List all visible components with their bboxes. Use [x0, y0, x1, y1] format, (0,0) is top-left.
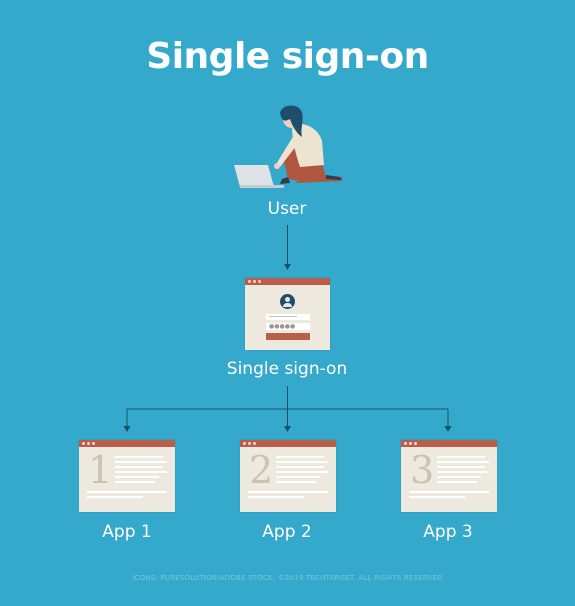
window-title-bar [401, 440, 497, 447]
app-1-label: App 1 [102, 522, 152, 542]
login-button [266, 333, 310, 340]
app-number: 1 [88, 448, 113, 492]
password-field: ●●●●● [266, 323, 310, 330]
username-field [266, 314, 310, 320]
sso-login-window: ●●●●● [245, 278, 330, 350]
window-title-bar [240, 440, 336, 447]
app-number: 2 [249, 448, 274, 492]
arrowhead-sso [284, 264, 291, 270]
arrowhead-app3 [444, 426, 452, 432]
user-avatar-icon [280, 294, 295, 309]
credits-footer: ICONS: PURESOLUTION/ADOBE STOCK; ©2019 T… [132, 574, 443, 582]
sso-label: Single sign-on [226, 359, 348, 379]
app-1-window: 1 [79, 440, 175, 512]
arrowhead-app1 [123, 426, 131, 432]
app-3-window: 3 [401, 440, 497, 512]
app-2-window: 2 [240, 440, 336, 512]
arrowhead-app2 [284, 426, 291, 432]
app-3-label: App 3 [423, 522, 473, 542]
app-number: 3 [410, 448, 435, 492]
window-title-bar [245, 278, 330, 285]
window-title-bar [79, 440, 175, 447]
app-2-label: App 2 [262, 522, 312, 542]
